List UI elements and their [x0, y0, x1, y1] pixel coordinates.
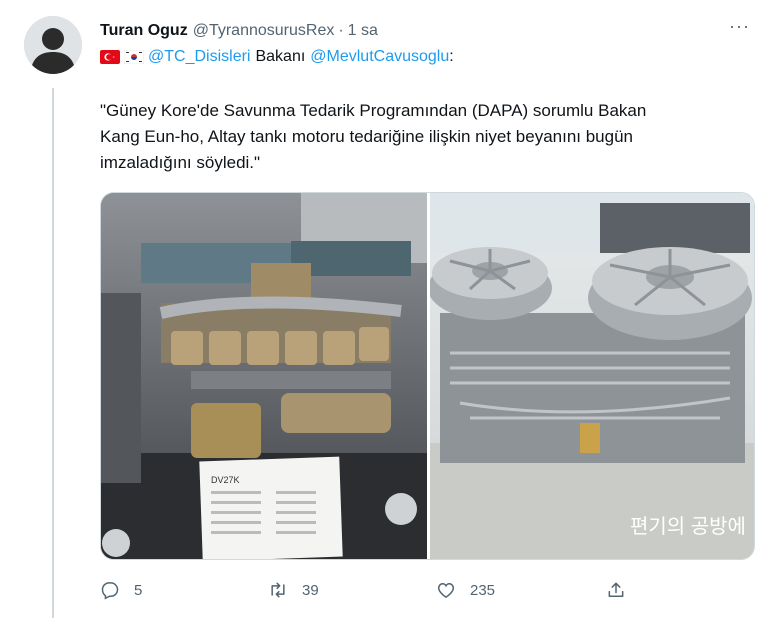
like-button[interactable]: 235 [436, 580, 606, 600]
reply-count: 5 [134, 581, 143, 599]
avatar-silhouette-icon [24, 16, 82, 74]
south-korea-flag-icon [123, 49, 145, 65]
reply-icon [101, 582, 119, 600]
engine-photo-left[interactable]: DV27K [101, 193, 427, 559]
tweet-time[interactable]: 1 sa [348, 22, 378, 40]
tweet-first-line: @TC_Disisleri Bakanı @MevlutCavusoglu : [100, 48, 454, 66]
engine-photo-right[interactable]: 편기의 공방에 [430, 193, 754, 559]
quote-line-1: "Güney Kore'de Savunma Tedarik Programın… [100, 101, 647, 120]
colon: : [449, 48, 454, 65]
quote-line-3: imzaladığını söyledi." [100, 153, 261, 172]
mention-tc-disisleri[interactable]: @TC_Disisleri [148, 48, 250, 66]
author-name[interactable]: Turan Oguz [100, 22, 188, 40]
share-icon [608, 582, 624, 597]
tweet-text: "Güney Kore'de Savunma Tedarik Programın… [100, 98, 740, 176]
retweet-count: 39 [302, 581, 319, 599]
photo-watermark: 편기의 공방에 [630, 515, 746, 538]
avatar[interactable] [24, 16, 82, 74]
quote-line-2: Kang Eun-ho, Altay tankı motoru tedariği… [100, 127, 634, 146]
mention-mevlut-cavusoglu[interactable]: @MevlutCavusoglu [310, 48, 449, 66]
retweet-icon [271, 582, 285, 598]
tweet-header: Turan Oguz @TyrannosurusRex · 1 sa ··· [100, 16, 750, 42]
word-bakani: Bakanı [255, 48, 306, 65]
tweet-media: DV27K 편기의 공방에 [100, 192, 755, 560]
tweet-actions: 5 39 235 [100, 576, 660, 604]
share-button[interactable] [606, 580, 626, 600]
turkey-flag-icon [100, 50, 120, 64]
retweet-button[interactable]: 39 [268, 580, 436, 600]
thread-line [52, 88, 54, 618]
reply-button[interactable]: 5 [100, 580, 268, 600]
like-count: 235 [470, 581, 496, 599]
placard-title: DV27K [211, 475, 240, 485]
author-handle[interactable]: @TyrannosurusRex [193, 22, 335, 40]
more-options-icon[interactable]: ··· [729, 16, 750, 37]
separator-dot: · [338, 22, 344, 39]
heart-icon [437, 582, 455, 598]
